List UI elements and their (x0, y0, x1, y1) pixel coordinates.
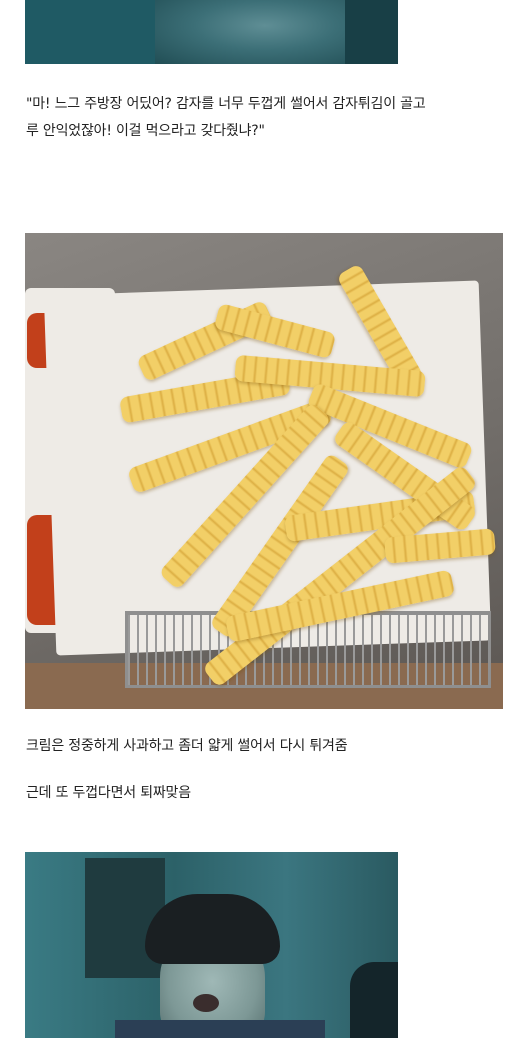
quote-text-line2: 루 안익었잖아! 이걸 먹으라고 갖다줬냐?" (26, 123, 265, 139)
fries-image (25, 233, 503, 709)
body-text-line3: 크림은 정중하게 사과하고 좀더 얇게 썰어서 다시 튀겨줌 (26, 738, 348, 754)
body-text-line4: 근데 또 두껍다면서 퇴짜맞음 (26, 785, 191, 801)
quote-text-line1: "마! 느그 주방장 어딨어? 감자를 너무 두껍게 썰어서 감자튀김이 골고 (26, 96, 426, 112)
top-image (25, 0, 398, 64)
bottom-image (25, 852, 398, 1038)
